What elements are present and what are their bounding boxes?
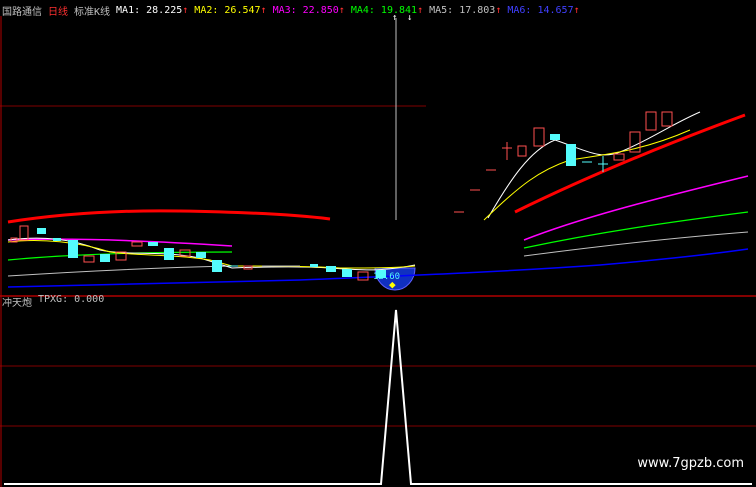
chart-header: 国路通信 日线 标准K线 MA1: 28.225↑ MA2: 26.547↑ M… — [2, 3, 580, 18]
price-label: 12.60 — [373, 272, 401, 282]
period-label[interactable]: 日线 — [48, 3, 68, 18]
ma3-label: MA3: 22.850↑ — [272, 4, 345, 16]
subchart-header: 冲天炮 TPXG: 0.000 — [2, 294, 104, 309]
ma7-line — [7, 209, 331, 224]
stock-name[interactable]: 国路通信 — [2, 3, 42, 18]
chart-canvas[interactable]: ↑ ↓ ◆ — [0, 0, 756, 487]
ma1-line-right — [487, 111, 701, 219]
indicator-name[interactable]: 标准K线 — [74, 3, 110, 18]
ma1-label: MA1: 28.225↑ — [116, 4, 189, 16]
ma6-label: MA6: 14.657↑ — [507, 4, 580, 16]
tpxg-value: TPXG: 0.000 — [38, 294, 105, 305]
candles-left — [10, 225, 386, 281]
ma2-label: MA2: 26.547↑ — [194, 4, 267, 16]
ma5-line-left — [7, 265, 233, 277]
ma7-line-right — [514, 113, 746, 214]
ma5-label: MA5: 17.803↑ — [429, 4, 502, 16]
subchart-name[interactable]: 冲天炮 — [2, 294, 32, 309]
watermark: www.7gpzb.com — [637, 456, 744, 471]
ma3-line-right — [523, 175, 749, 241]
ma4-label: MA4: 19.841↑ — [350, 4, 424, 16]
ma5-line-right — [523, 231, 749, 257]
